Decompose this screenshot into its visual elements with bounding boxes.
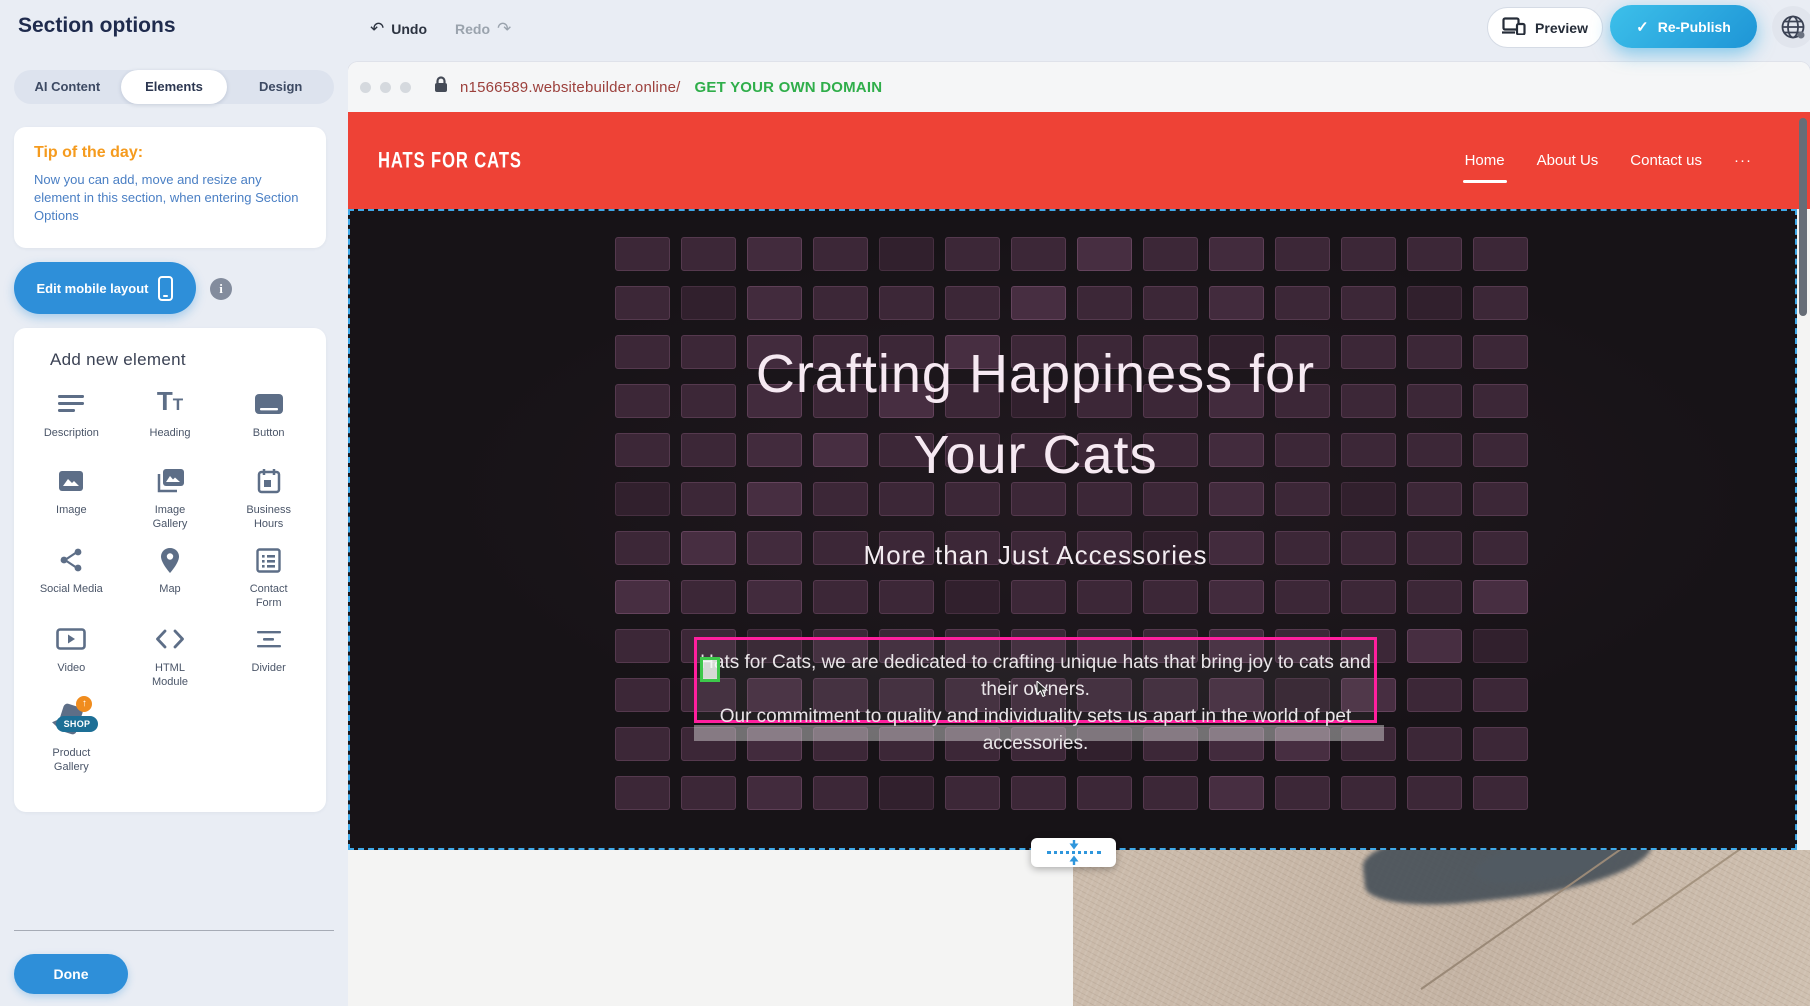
- redo-button[interactable]: Redo ↷: [455, 19, 511, 39]
- element-image-gallery[interactable]: Image Gallery: [121, 465, 220, 531]
- nav-contact-us[interactable]: Contact us: [1630, 146, 1702, 175]
- heading-icon: TT: [157, 388, 183, 420]
- drag-dots: [1047, 851, 1101, 854]
- tip-heading: Tip of the day:: [34, 144, 306, 162]
- site-logo[interactable]: HATS FOR CATS: [378, 147, 522, 173]
- hero-section-selected[interactable]: Crafting Happiness for Your Cats More th…: [348, 209, 1797, 850]
- divider-icon: [256, 623, 282, 655]
- element-divider[interactable]: Divider: [219, 623, 318, 689]
- edit-mobile-layout-button[interactable]: Edit mobile layout: [14, 262, 196, 314]
- devices-icon: [1502, 17, 1526, 38]
- edit-mobile-layout-label: Edit mobile layout: [37, 281, 149, 296]
- add-element-title: Add new element: [22, 350, 318, 370]
- panel-tabs: AI Content Elements Design: [14, 70, 334, 104]
- element-video[interactable]: Video: [22, 623, 121, 689]
- hero-subtitle[interactable]: More than Just Accessories: [348, 540, 1723, 571]
- tab-design[interactable]: Design: [227, 70, 334, 104]
- site-canvas: HATS FOR CATS Home About Us Contact us ·…: [348, 112, 1810, 1006]
- site-url: n1566589.websitebuilder.online/: [460, 79, 681, 96]
- nav-home[interactable]: Home: [1465, 146, 1505, 175]
- next-section[interactable]: [348, 850, 1810, 1006]
- done-button[interactable]: Done: [14, 954, 128, 994]
- map-pin-icon: [160, 544, 180, 576]
- panel-title: Section options: [18, 14, 176, 38]
- contact-form-icon: [256, 544, 281, 576]
- redo-icon: ↷: [497, 19, 511, 39]
- section-resize-handle[interactable]: [1031, 838, 1116, 867]
- get-your-own-domain-link[interactable]: GET YOUR OWN DOMAIN: [695, 79, 883, 96]
- window-dot-1: [360, 82, 371, 93]
- description-icon: [57, 388, 85, 420]
- check-icon: ✓: [1636, 18, 1649, 36]
- social-media-icon: [58, 544, 84, 576]
- hero-content: Crafting Happiness for Your Cats More th…: [348, 209, 1723, 571]
- phone-icon: [158, 276, 173, 301]
- app: Section options AI Content Elements Desi…: [0, 0, 1810, 1006]
- element-social-media[interactable]: Social Media: [22, 544, 121, 610]
- element-product-gallery[interactable]: ↑ SHOP Product Gallery: [22, 702, 121, 774]
- window-dot-2: [380, 82, 391, 93]
- product-gallery-icon: ↑ SHOP: [48, 702, 94, 740]
- site-nav: Home About Us Contact us ···: [1465, 146, 1752, 175]
- floor-photo: [1073, 850, 1810, 1006]
- tab-ai-content[interactable]: AI Content: [14, 70, 121, 104]
- add-element-card: Add new element Description TT Heading: [14, 328, 326, 812]
- arrow-up-icon: [1068, 855, 1080, 865]
- element-hover-strip: [694, 725, 1384, 741]
- arrow-down-icon: [1068, 840, 1080, 850]
- selected-text-element[interactable]: Hats for Cats, we are dedicated to craft…: [694, 637, 1377, 723]
- nav-about-us[interactable]: About Us: [1537, 146, 1599, 175]
- element-heading[interactable]: TT Heading: [121, 388, 220, 452]
- hero-heading[interactable]: Crafting Happiness for Your Cats: [348, 334, 1723, 496]
- upgrade-arrow-badge: ↑: [76, 696, 92, 712]
- tip-of-the-day-card: Tip of the day: Now you can add, move an…: [14, 127, 326, 248]
- preview-button[interactable]: Preview: [1487, 7, 1603, 48]
- section-options-panel: Section options AI Content Elements Desi…: [0, 0, 348, 1006]
- history-controls: ↶ Undo Redo ↷: [370, 14, 511, 44]
- language-globe-button[interactable]: [1772, 6, 1810, 48]
- button-icon: [254, 388, 284, 420]
- globe-icon: [1780, 14, 1806, 40]
- browser-preview-panel: n1566589.websitebuilder.online/ GET YOUR…: [348, 62, 1810, 1006]
- video-icon: [56, 623, 86, 655]
- element-map[interactable]: Map: [121, 544, 220, 610]
- tip-body: Now you can add, move and resize any ele…: [34, 171, 306, 225]
- page-scrollbar-thumb[interactable]: [1799, 118, 1807, 316]
- element-image[interactable]: Image: [22, 465, 121, 531]
- element-business-hours[interactable]: Business Hours: [219, 465, 318, 531]
- info-icon[interactable]: i: [210, 278, 232, 300]
- element-contact-form[interactable]: Contact Form: [219, 544, 318, 610]
- window-dot-3: [400, 82, 411, 93]
- element-html-module[interactable]: HTML Module: [121, 623, 220, 689]
- mouse-cursor: [1036, 681, 1049, 702]
- image-gallery-icon: [155, 465, 185, 497]
- undo-button[interactable]: ↶ Undo: [370, 19, 427, 39]
- element-grid: Description TT Heading Button Ima: [22, 388, 318, 774]
- business-hours-icon: [257, 465, 281, 497]
- browser-chrome: n1566589.websitebuilder.online/ GET YOUR…: [348, 62, 1810, 112]
- nav-more-menu[interactable]: ···: [1734, 146, 1752, 175]
- site-header: HATS FOR CATS Home About Us Contact us ·…: [348, 112, 1810, 209]
- tile-grout-line-2: [1632, 850, 1797, 926]
- shop-badge: SHOP: [56, 716, 99, 732]
- lock-icon: [434, 76, 448, 98]
- image-icon: [58, 465, 84, 497]
- code-icon: [155, 623, 185, 655]
- element-button[interactable]: Button: [219, 388, 318, 452]
- undo-icon: ↶: [370, 19, 384, 39]
- tab-elements[interactable]: Elements: [121, 70, 228, 104]
- republish-button[interactable]: ✓ Re-Publish: [1610, 5, 1757, 48]
- drag-handle[interactable]: [700, 657, 720, 682]
- element-description[interactable]: Description: [22, 388, 121, 452]
- sidebar-divider: [14, 930, 334, 931]
